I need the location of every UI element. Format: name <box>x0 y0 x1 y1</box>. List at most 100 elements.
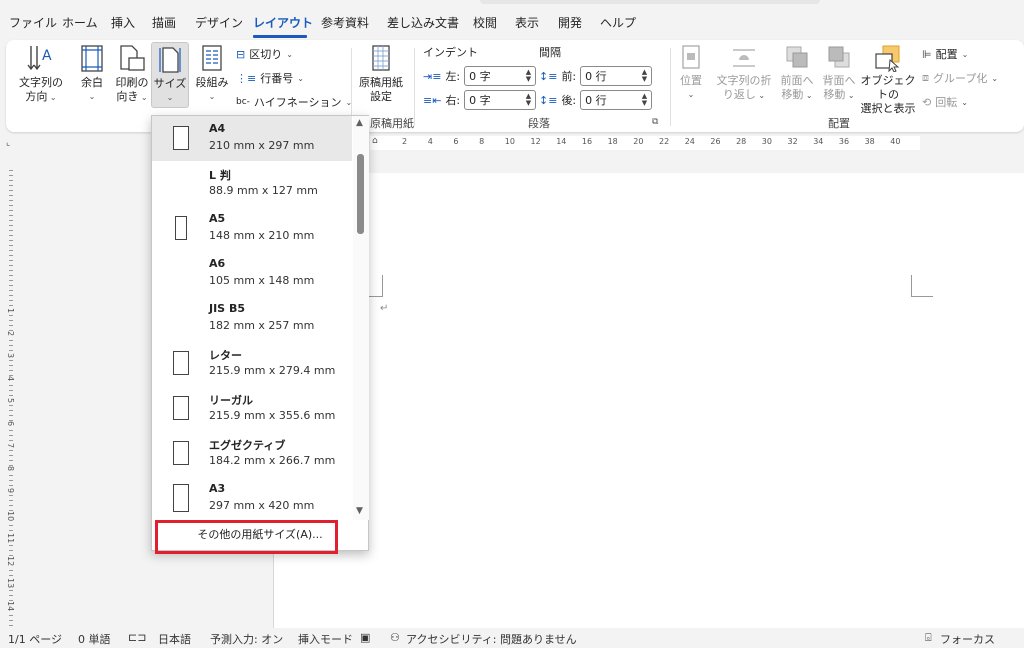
scrollbar-thumb[interactable] <box>357 154 364 234</box>
bring-forward-label-2: 移動 <box>781 88 804 101</box>
rotate-button[interactable]: ⟲ 回転 ⌄ <box>922 94 968 110</box>
margins-label: 余白 <box>81 76 103 89</box>
ruler-corner-icon[interactable]: ⌞ <box>6 138 10 148</box>
ruler-tick <box>9 220 13 221</box>
language-indicator[interactable]: 日本語 <box>158 631 191 647</box>
indent-left-field[interactable]: 0 字 ▲ ▼ <box>464 66 537 86</box>
paper-icon <box>173 484 189 512</box>
ruler-tick <box>9 265 13 266</box>
paper-size-dimensions: 88.9 mm x 127 mm <box>209 184 318 197</box>
paper-size-option[interactable]: リーガル 215.9 mm x 355.6 mm <box>152 386 352 431</box>
columns-button[interactable]: 段組み ⌄ <box>193 44 231 104</box>
text-direction-button[interactable]: A 文字列の 方向 ⌄ <box>16 44 66 105</box>
ruler-tick <box>9 295 13 296</box>
tab-design[interactable]: デザイン <box>195 14 243 31</box>
page-count[interactable]: 1/1 ページ <box>8 631 62 647</box>
word-count[interactable]: 0 単語 <box>78 631 111 647</box>
spinner-icon[interactable]: ▲ ▼ <box>526 93 531 107</box>
ruler-tick <box>9 230 13 231</box>
send-backward-button[interactable]: 背面へ 移動 ⌄ <box>818 44 860 103</box>
space-before-label: 前: <box>561 70 577 83</box>
vertical-ruler[interactable]: 1 2 3 4 5 6 7 8 9 10 11 12 13 14 <box>4 170 18 630</box>
horizontal-ruler[interactable]: ⌂ 2 4 6 8 10 12 14 16 18 20 22 24 26 28 30 32 34 36 38 40 <box>370 136 920 150</box>
ruler-number: 13 <box>6 578 15 589</box>
bring-forward-button[interactable]: 前面へ 移動 ⌄ <box>776 44 818 103</box>
tab-references[interactable]: 参考資料 <box>321 14 369 31</box>
spinner-icon[interactable]: ▲ ▼ <box>642 93 647 107</box>
tab-draw[interactable]: 描画 <box>152 14 176 31</box>
paper-icon <box>173 396 189 420</box>
paper-size-dimensions: 105 mm x 148 mm <box>209 274 315 287</box>
ruler-number: 22 <box>659 137 670 146</box>
dialog-launcher-icon[interactable]: ⧉ <box>652 117 658 127</box>
ruler-tick <box>9 410 13 411</box>
manuscript-icon <box>372 45 390 71</box>
ruler-tick <box>9 275 13 276</box>
insert-mode[interactable]: 挿入モード <box>298 631 353 647</box>
spinner-icon[interactable]: ▲ ▼ <box>526 69 531 83</box>
ruler-number: 20 <box>633 137 644 146</box>
document-page[interactable] <box>273 173 1024 633</box>
manuscript-settings-button[interactable]: 原稿用紙 設定 <box>356 44 406 104</box>
paper-size-option[interactable]: JIS B5 182 mm x 257 mm <box>152 296 352 341</box>
wrap-text-label-2: り返し <box>722 88 756 101</box>
ruler-tick <box>9 455 13 456</box>
paper-size-option[interactable]: A5 148 mm x 210 mm <box>152 206 352 251</box>
paper-size-name: L 判 <box>209 169 231 182</box>
wrap-text-button[interactable]: 文字列の折 り返し ⌄ <box>712 44 776 103</box>
menu-scrollbar[interactable]: ▲ ▼ <box>353 116 369 520</box>
focus-icon: ⌻ <box>925 631 932 644</box>
hyphenation-button[interactable]: bc- ハイフネーション ⌄ <box>236 94 352 110</box>
focus-mode-button[interactable]: フォーカス <box>940 631 995 647</box>
selection-pane-button[interactable]: オブジェクトの 選択と表示 <box>858 44 918 116</box>
more-paper-sizes-button[interactable]: その他の用紙サイズ(A)... <box>154 522 366 548</box>
proofing-icon[interactable]: ⊏⊐ <box>128 631 146 644</box>
paper-size-dimensions: 297 mm x 420 mm <box>209 499 315 512</box>
margins-button[interactable]: 余白 ⌄ <box>72 44 112 104</box>
ruler-tick <box>9 300 13 301</box>
indent-right-field[interactable]: 0 字 ▲ ▼ <box>464 90 537 110</box>
paper-size-option[interactable]: レター 215.9 mm x 279.4 mm <box>152 341 352 386</box>
tab-view[interactable]: 表示 <box>515 14 539 31</box>
group-button[interactable]: ⧈ グループ化 ⌄ <box>922 70 998 86</box>
space-after-field[interactable]: 0 行 ▲ ▼ <box>580 90 653 110</box>
scroll-up-icon[interactable]: ▲ <box>356 118 363 128</box>
position-button[interactable]: 位置 ⌄ <box>674 44 708 102</box>
line-numbers-button[interactable]: ⋮≡ 行番号 ⌄ <box>236 70 304 86</box>
ruler-tick <box>9 390 13 391</box>
breaks-button[interactable]: ⊟ 区切り ⌄ <box>236 46 293 62</box>
crop-mark-right <box>911 275 933 297</box>
paper-size-option[interactable]: A4 210 mm x 297 mm <box>152 116 352 161</box>
size-button[interactable]: サイズ ⌄ <box>151 42 189 108</box>
paper-size-option[interactable]: A6 105 mm x 148 mm <box>152 251 352 296</box>
tab-insert[interactable]: 挿入 <box>111 14 135 31</box>
tab-file[interactable]: ファイル <box>9 14 57 31</box>
predictive-input[interactable]: 予測入力: オン <box>210 631 283 647</box>
ruler-number: 12 <box>530 137 541 146</box>
ruler-tick <box>9 590 13 591</box>
ruler-number: 8 <box>479 137 485 146</box>
tab-home[interactable]: ホーム <box>62 14 98 31</box>
tab-review[interactable]: 校閲 <box>473 14 497 31</box>
ruler-number: 1 <box>6 308 15 314</box>
spinner-icon[interactable]: ▲ ▼ <box>642 69 647 83</box>
tab-layout[interactable]: レイアウト <box>253 14 313 31</box>
align-button[interactable]: ⊫ 配置 ⌄ <box>922 46 968 62</box>
ruler-number: 12 <box>6 555 15 566</box>
ruler-tick <box>9 395 13 396</box>
paper-size-option[interactable]: L 判 88.9 mm x 127 mm <box>152 161 352 206</box>
tab-developer[interactable]: 開発 <box>558 14 582 31</box>
ruler-tick <box>9 615 13 616</box>
space-before-field[interactable]: 0 行 ▲ ▼ <box>580 66 653 86</box>
tab-mailings[interactable]: 差し込み文書 <box>387 14 459 31</box>
paper-size-option[interactable]: A3 297 mm x 420 mm <box>152 476 352 521</box>
accessibility-status[interactable]: アクセシビリティ: 問題ありません <box>406 631 577 647</box>
indent-marker-icon[interactable]: ⌂ <box>372 136 378 146</box>
indent-right-icon: ≡⇤ <box>423 93 442 107</box>
paper-size-option[interactable]: エグゼクティブ 184.2 mm x 266.7 mm <box>152 431 352 476</box>
ruler-number: 10 <box>504 137 515 146</box>
macro-record-icon[interactable]: ▣ <box>360 631 370 644</box>
orientation-button[interactable]: 印刷の 向き ⌄ <box>110 44 154 105</box>
tab-help[interactable]: ヘルプ <box>600 14 636 31</box>
scroll-down-icon[interactable]: ▼ <box>356 506 363 516</box>
